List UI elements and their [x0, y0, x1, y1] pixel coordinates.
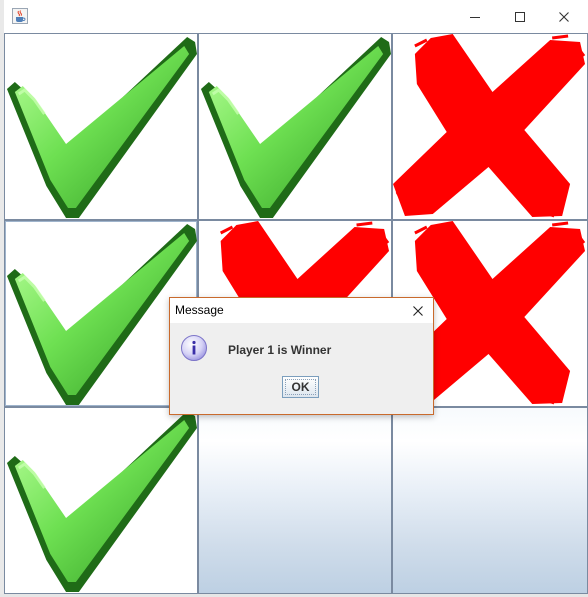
- board-cell-3-1[interactable]: [5, 408, 197, 593]
- maximize-icon: [514, 11, 525, 22]
- window-titlebar[interactable]: [4, 0, 588, 33]
- board-cell-3-2[interactable]: [199, 408, 391, 593]
- check-mark-icon: [5, 409, 197, 593]
- board-cell-1-3[interactable]: [393, 34, 587, 219]
- board-cell-1-2[interactable]: [199, 34, 391, 219]
- maximize-button[interactable]: [497, 0, 542, 33]
- dialog-message: Player 1 is Winner: [228, 343, 332, 357]
- close-icon: [413, 305, 423, 316]
- minimize-icon: [469, 16, 480, 18]
- minimize-button[interactable]: [452, 0, 497, 33]
- close-icon: [558, 11, 569, 22]
- dialog-title: Message: [175, 303, 224, 317]
- ok-button[interactable]: OK: [282, 376, 319, 398]
- java-coffee-cup-icon: [12, 8, 28, 24]
- check-mark-icon: [199, 35, 391, 219]
- dialog-close-button[interactable]: [403, 298, 433, 323]
- check-mark-icon: [5, 35, 197, 219]
- cross-mark-icon: [393, 34, 587, 219]
- information-icon: [180, 334, 208, 362]
- dialog-titlebar[interactable]: Message: [170, 298, 433, 323]
- close-button[interactable]: [541, 0, 586, 33]
- board-cell-1-1[interactable]: [5, 34, 197, 219]
- message-dialog: Message Player 1 is Winner OK: [169, 297, 434, 415]
- board-cell-3-3[interactable]: [393, 408, 587, 593]
